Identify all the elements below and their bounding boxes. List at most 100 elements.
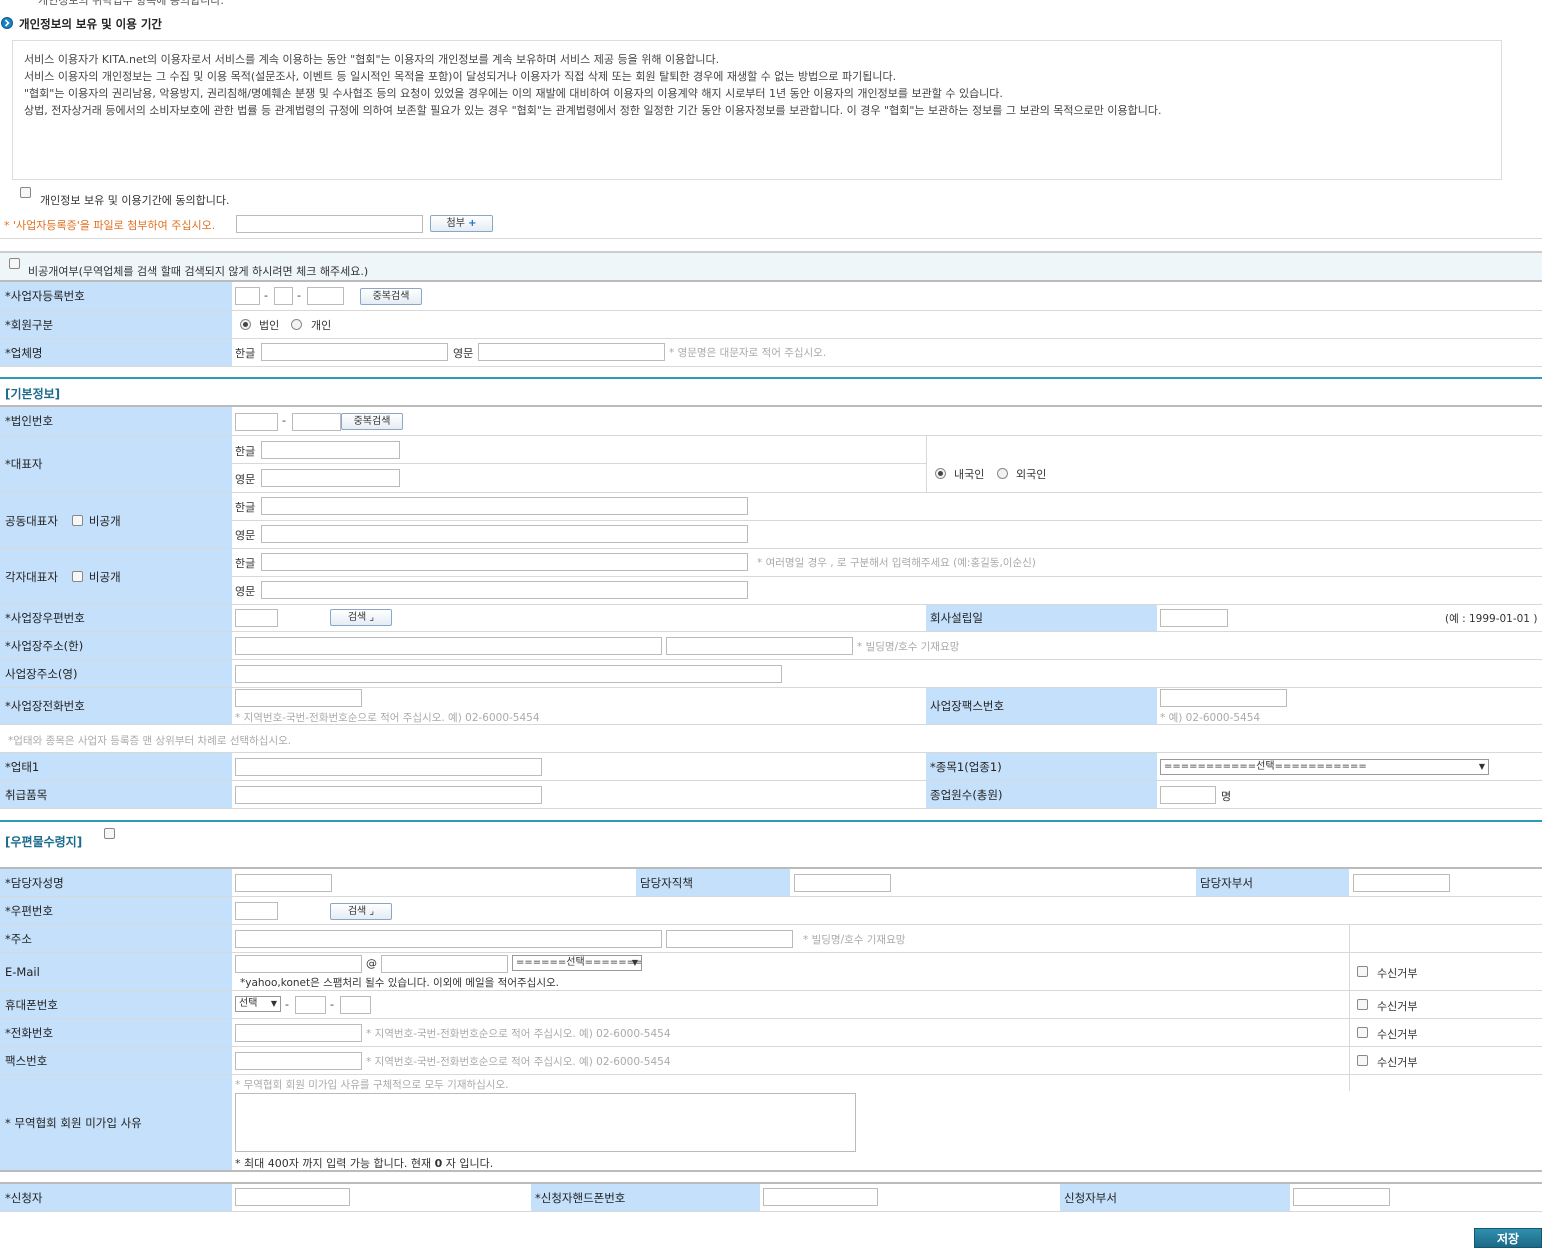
mobile-refuse-checkbox[interactable] bbox=[1357, 999, 1368, 1010]
email-label: E-Mail bbox=[0, 953, 232, 990]
domestic-label: 내국인 bbox=[954, 468, 985, 481]
mobile-prefix-select[interactable]: 선택 ▼ bbox=[235, 996, 281, 1012]
biz-type-note: *업태와 종목은 사업자 등록증 맨 상위부터 차례로 선택하십시오. bbox=[8, 735, 292, 747]
employees-input[interactable] bbox=[1160, 786, 1216, 804]
retention-line: "협회"는 이용자의 권리남용, 악용방지, 권리침해/명예훼손 분쟁 및 수사… bbox=[24, 87, 1003, 100]
private-checkbox[interactable] bbox=[9, 258, 20, 269]
applicant-name-input[interactable] bbox=[235, 1188, 350, 1206]
each-rep-eng-input[interactable] bbox=[261, 581, 748, 599]
co-rep-kor-input[interactable] bbox=[261, 497, 748, 515]
email-refuse-label: 수신거부 bbox=[1377, 967, 1418, 980]
mail-addr-input-2[interactable] bbox=[666, 930, 793, 948]
zip-input[interactable] bbox=[235, 609, 278, 627]
phone-hint: * 지역번호-국번-전화번호순으로 적어 주십시오. 예) 02-6000-54… bbox=[235, 712, 540, 724]
mail-phone-input[interactable] bbox=[235, 1024, 362, 1042]
email-domain-input[interactable] bbox=[381, 955, 508, 973]
mail-addr-input-1[interactable] bbox=[235, 930, 662, 948]
addr-kor-hint: * 빌딩명/호수 기재요망 bbox=[857, 641, 960, 653]
mail-zip-input[interactable] bbox=[235, 902, 278, 920]
co-rep-label: 공동대표자 bbox=[5, 513, 58, 528]
attach-file-input[interactable] bbox=[236, 215, 423, 233]
foreign-radio[interactable] bbox=[997, 468, 1008, 479]
contact-position-input[interactable] bbox=[794, 874, 891, 892]
each-rep-kor-input[interactable] bbox=[261, 553, 748, 571]
attach-button[interactable]: 첨부 + bbox=[430, 215, 493, 232]
applicant-name-label: *신청자 bbox=[0, 1184, 232, 1211]
mail-fax-label: 팩스번호 bbox=[0, 1047, 232, 1074]
item-select[interactable]: ===========선택=========== ▼ bbox=[1160, 759, 1489, 775]
item-label: *종목1(업종1) bbox=[926, 753, 1157, 780]
email-domain-select[interactable]: ======선택======= ▼ bbox=[512, 955, 642, 971]
founded-input[interactable] bbox=[1160, 609, 1228, 627]
phone-refuse-checkbox[interactable] bbox=[1357, 1027, 1368, 1038]
fax-input[interactable] bbox=[1160, 689, 1287, 707]
mobile-last-input[interactable] bbox=[340, 996, 371, 1014]
attach-button-label: 첨부 bbox=[446, 218, 465, 229]
addr-kor-input-2[interactable] bbox=[666, 637, 853, 655]
mail-same-checkbox[interactable] bbox=[104, 828, 115, 839]
contact-name-input[interactable] bbox=[235, 874, 332, 892]
corp-no-2[interactable] bbox=[292, 413, 341, 431]
corp-no-1[interactable] bbox=[235, 413, 278, 431]
co-rep-eng-input[interactable] bbox=[261, 525, 748, 543]
co-rep-private-checkbox[interactable] bbox=[71, 515, 83, 526]
save-button[interactable]: 저장 bbox=[1474, 1228, 1542, 1248]
phone-input[interactable] bbox=[235, 689, 362, 707]
employees-label: 종업원수(총원) bbox=[926, 781, 1157, 808]
mobile-mid-input[interactable] bbox=[295, 996, 326, 1014]
mobile-refuse-label: 수신거부 bbox=[1377, 1000, 1418, 1013]
mail-phone-label: *전화번호 bbox=[0, 1019, 232, 1046]
zip-search-button[interactable]: 검색 ⌟ bbox=[330, 609, 392, 626]
founded-label: 회사설립일 bbox=[926, 605, 1157, 631]
corp-no-label: *법인번호 bbox=[0, 407, 232, 435]
addr-eng-label: 사업장주소(영) bbox=[0, 660, 232, 687]
company-name-label: *업체명 bbox=[0, 339, 232, 366]
reg-no-2[interactable] bbox=[274, 287, 293, 305]
retention-agree-checkbox[interactable] bbox=[20, 187, 31, 198]
applicant-mobile-label: *신청자핸드폰번호 bbox=[531, 1184, 760, 1211]
fax-refuse-checkbox[interactable] bbox=[1357, 1055, 1368, 1066]
reg-no-dup-button[interactable]: 중복검색 bbox=[360, 288, 422, 305]
foreign-label: 외국인 bbox=[1016, 468, 1047, 481]
applicant-dept-input[interactable] bbox=[1293, 1188, 1390, 1206]
reg-no-3[interactable] bbox=[307, 287, 344, 305]
mail-zip-search-button[interactable]: 검색 ⌟ bbox=[330, 903, 392, 920]
email-id-input[interactable] bbox=[235, 955, 362, 973]
reg-no-label: *사업자등록번호 bbox=[0, 282, 232, 310]
reg-no-1[interactable] bbox=[235, 287, 260, 305]
mail-addr-hint: * 빌딩명/호수 기재요망 bbox=[803, 934, 906, 946]
fax-refuse-label: 수신거부 bbox=[1377, 1056, 1418, 1069]
each-rep-private-checkbox[interactable] bbox=[71, 571, 83, 582]
addr-kor-input-1[interactable] bbox=[235, 637, 662, 655]
member-type-indiv-radio[interactable] bbox=[291, 319, 302, 330]
rep-eng-input[interactable] bbox=[261, 469, 400, 487]
reason-limit: * 최대 400자 까지 입력 가능 합니다. 현재 0 자 입니다. bbox=[235, 1155, 493, 1171]
company-kor-input[interactable] bbox=[261, 343, 448, 361]
addr-eng-input[interactable] bbox=[235, 665, 782, 683]
co-rep-kor-label: 한글 bbox=[235, 501, 256, 514]
contact-dept-input[interactable] bbox=[1353, 874, 1450, 892]
rep-kor-input[interactable] bbox=[261, 441, 400, 459]
contact-dept-label: 담당자부서 bbox=[1196, 869, 1349, 896]
email-refuse-checkbox[interactable] bbox=[1357, 966, 1368, 977]
reason-textarea[interactable] bbox=[235, 1093, 856, 1152]
applicant-mobile-input[interactable] bbox=[763, 1188, 878, 1206]
email-select-value: ======선택======= bbox=[516, 957, 642, 968]
member-type-corp-radio[interactable] bbox=[240, 319, 251, 330]
fax-label: 사업장팩스번호 bbox=[926, 688, 1157, 724]
corp-no-dup-button[interactable]: 중복검색 bbox=[341, 413, 403, 430]
zip-label: *사업장우편번호 bbox=[0, 605, 232, 631]
mail-fax-input[interactable] bbox=[235, 1052, 362, 1070]
member-type-label: *회원구분 bbox=[0, 311, 232, 338]
retention-title: 개인정보의 보유 및 이용 기간 bbox=[19, 17, 162, 31]
retention-textbox[interactable]: 서비스 이용자가 KITA.net의 이용자로서 서비스를 계속 이용하는 동안… bbox=[12, 40, 1502, 180]
basic-info-title: [기본정보] bbox=[5, 387, 61, 401]
company-eng-input[interactable] bbox=[478, 343, 665, 361]
attach-notice: * '사업자등록증'을 파일로 첨부하여 주십시오. bbox=[4, 219, 216, 232]
domestic-radio[interactable] bbox=[935, 468, 946, 479]
each-rep-label-cell: 각자대표자 비공개 bbox=[0, 549, 232, 604]
company-eng-hint: * 영문명은 대문자로 적어 주십시오. bbox=[669, 347, 827, 359]
goods-input[interactable] bbox=[235, 786, 542, 804]
multi-rep-hint: * 여러명일 경우 , 로 구분해서 입력해주세요 (예:홍길동,이순신) bbox=[757, 557, 1036, 569]
biz-type-input[interactable] bbox=[235, 758, 542, 776]
